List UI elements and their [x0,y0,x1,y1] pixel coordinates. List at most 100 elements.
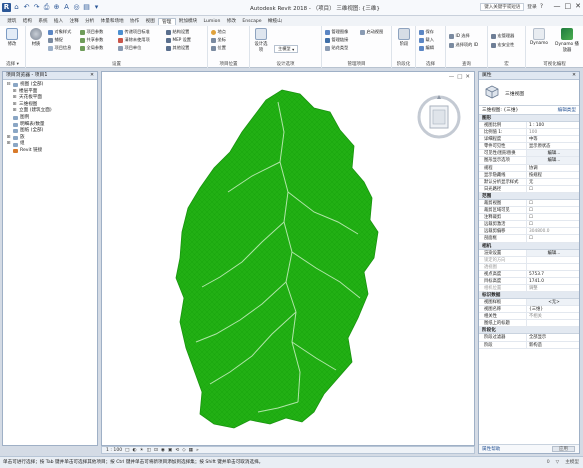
macro-security-button[interactable]: 宏安全性 [491,42,514,48]
snaps-button[interactable]: 捕捉 [48,37,63,43]
tab-modify[interactable]: 修改 [224,18,240,24]
view-3d-icon[interactable]: ◎ [72,3,81,12]
edit-button[interactable]: 编辑... [527,157,579,164]
prop-row[interactable]: 显示隐藏线 按规程 [479,171,579,179]
close-button[interactable]: ✕ [575,2,581,10]
tab-manage[interactable]: 管理 [157,17,176,25]
analytical-model-icon[interactable]: ▦ [189,447,193,453]
help-icon[interactable]: ? [540,3,543,11]
prop-row[interactable]: 相机位置 调整 [479,284,579,293]
edit-selection-button[interactable]: 编辑 [419,45,434,51]
expand-icon[interactable]: ⊞ [12,102,17,109]
instance-filter[interactable]: 三维视图: {三维} 编辑类型 [479,106,579,115]
checkbox[interactable]: ☐ [527,235,579,241]
prop-row[interactable]: 剖面框 ☐ [479,235,579,243]
structural-settings-button[interactable]: 结构设置 [166,29,189,35]
expand-icon[interactable]: ⊞ [12,89,17,96]
mep-settings-button[interactable]: MEP 设置 [166,37,191,43]
tab-insert[interactable]: 插入 [51,18,67,24]
checkbox[interactable]: ☐ [527,207,579,213]
prop-row[interactable]: 阶段过滤器 全部显示 [479,334,579,342]
prop-row[interactable]: 目标高度 1741.0 [479,277,579,285]
tree-node-elevations[interactable]: ⊞ 立面 (建筑立面) [6,108,94,115]
tab-architecture[interactable]: 建筑 [4,18,20,24]
close-icon[interactable]: ✕ [572,72,576,80]
tab-enscape[interactable]: Enscape [239,19,265,24]
tab-view[interactable]: 视图 [142,18,158,24]
tab-ganlanshan[interactable]: 橄榄山 [265,18,285,24]
sun-path-icon[interactable]: ☀ [140,447,144,453]
apply-button[interactable]: 应用 [551,446,575,452]
checkbox[interactable]: ☐ [527,186,579,192]
print-icon[interactable]: ⎙ [42,3,51,12]
prop-row[interactable]: 相关性 不相关 [479,313,579,321]
modify-button[interactable]: 修改 [4,28,20,47]
main-model-dropdown[interactable]: 主模型 ▾ [274,45,299,53]
tab-annotate[interactable]: 注释 [66,18,82,24]
redo-icon[interactable]: ↷ [32,3,41,12]
group-label-select[interactable]: 选择 ▾ [0,61,25,67]
prop-row[interactable]: 日光路径 ☐ [479,185,579,193]
prop-row[interactable]: 可见性/图形替换 编辑... [479,150,579,158]
prop-row[interactable]: 规程 协调 [479,164,579,172]
properties-help-link[interactable]: 属性帮助 [482,447,500,452]
tab-collaborate[interactable]: 协作 [127,18,143,24]
transfer-standards-button[interactable]: 传递项目标准 [118,29,150,35]
prop-row[interactable]: 阶段 新构造 [479,341,579,349]
section-camera[interactable]: 相机 [479,242,579,250]
shared-params-button[interactable]: 共享参数 [80,37,103,43]
expand-icon[interactable]: ⊞ [12,108,17,115]
tree-node-revit-links[interactable]: Revit 链接 [6,148,94,155]
prop-row[interactable]: 渲染设置 编辑... [479,249,579,257]
tab-lumion[interactable]: Lumion [200,19,223,24]
coordinates-button[interactable]: 坐标 [211,37,226,43]
prop-row[interactable]: 远裁剪偏移 304800.0 [479,228,579,236]
location-button[interactable]: 地点 [211,29,226,35]
prop-row[interactable]: 视点高度 5753.7 [479,270,579,278]
checkbox[interactable]: ☐ [527,214,579,220]
customize-qat-icon[interactable]: ▾ [92,3,101,12]
manage-images-button[interactable]: 管理图像 [325,29,348,35]
detail-level-icon[interactable]: □ [125,447,129,453]
tree-node-ceiling-plans[interactable]: ⊞ 天花板平面 [6,95,94,102]
expand-icon[interactable]: ⊞ [12,95,17,102]
tab-addins[interactable]: 附加模块 [176,18,201,24]
tab-systems[interactable]: 系统 [35,18,51,24]
expand-icon[interactable]: ⊞ [6,141,11,148]
design-options-button[interactable]: 设计选项 [253,28,269,53]
home-icon[interactable]: ⌂ [12,3,21,12]
prop-row[interactable]: 裁剪视图 ☐ [479,199,579,208]
prop-row[interactable]: 零件可见性 显示原状态 [479,143,579,151]
decal-types-button[interactable]: 贴花类型 [325,45,348,51]
minimize-button[interactable]: — [554,2,561,10]
measure-icon[interactable]: ⊕ [52,3,61,12]
prop-row[interactable]: 远裁剪激活 ☐ [479,221,579,229]
prop-row[interactable]: 图形显示选项 编辑... [479,157,579,165]
starting-view-button[interactable]: 启动视图 [360,29,383,35]
dynamo-button[interactable]: Dynamo [528,28,550,46]
tree-node-groups[interactable]: ⊞ 组 [6,141,94,148]
prop-row[interactable]: 视图样板 <无> [479,299,579,307]
view-3d-canvas[interactable]: — □ ✕ [101,71,475,446]
tab-massing-site[interactable]: 体量和场地 [97,18,126,24]
search-input[interactable]: 键入关键字或短语 [480,3,525,11]
prop-row[interactable]: 默认分析显示样式无 [479,178,579,186]
expand-icon[interactable]: ⊞ [6,135,11,142]
tree-node-views[interactable]: ⊟ 视图 (全部) [6,82,94,89]
ids-of-selection-button[interactable]: 选择项的 ID [449,42,478,48]
materials-button[interactable]: 材质 [28,28,44,47]
edit-button[interactable]: 编辑... [527,249,579,256]
position-button[interactable]: 位置 [211,45,226,51]
visual-style-icon[interactable]: ◐ [133,447,137,453]
text-icon[interactable]: A [62,3,71,12]
more-icon[interactable]: » [196,447,199,453]
type-selector[interactable]: 三维视图 [479,80,579,106]
project-params-button[interactable]: 项目参数 [80,29,103,35]
show-crop-icon[interactable]: ◉ [161,447,165,453]
prop-row[interactable]: 视图比例 1 : 100 [479,122,579,130]
edit-type-button[interactable]: 编辑类型 [558,106,576,115]
save-selection-button[interactable]: 保存 [419,29,434,35]
filter-icon[interactable]: ▽ [556,457,560,468]
prop-row[interactable]: 锁定的方向 [479,256,579,264]
viewcube[interactable] [414,92,464,142]
